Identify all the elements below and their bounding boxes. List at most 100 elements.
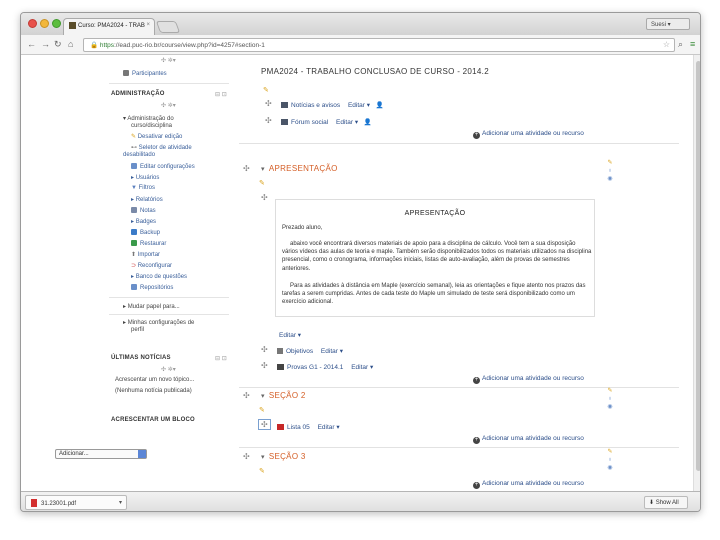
edit-menu-provas[interactable]: Editar ▾ [351,364,373,371]
edit-section-icon[interactable]: ✎ [605,159,615,167]
pencil-icon[interactable]: ✎ [263,86,269,94]
sidebar-item-question-bank[interactable]: ▸ Banco de questões [131,273,187,280]
visibility-eye-icon[interactable]: ◉ [605,403,615,411]
highlight-bulb-icon[interactable]: ♁ [605,395,615,403]
download-item[interactable]: 31.23001.pdf ▾ [25,495,127,510]
edit-menu-news[interactable]: Editar ▾ [348,102,370,109]
section-controls: ✎ ♁ ◉ [605,387,615,411]
profile-button[interactable]: Suesi ▾ [646,18,690,30]
sidebar-item-backup[interactable]: Backup [131,229,160,236]
new-tab-button[interactable] [155,21,181,33]
sidebar-item-switch-role[interactable]: ▸ Mudar papel para... [123,303,180,310]
add-block-select[interactable]: Adicionar... [55,449,147,459]
pdf-file-icon [31,499,37,507]
reload-icon[interactable]: ↻ [54,39,62,50]
sidebar-item-participants[interactable]: Participantes [123,70,167,77]
sidebar-item-badges[interactable]: ▸ Badges [131,218,156,225]
move-section-icon[interactable]: ✣ [243,391,250,400]
visibility-eye-icon[interactable]: ◉ [605,464,615,472]
bookmark-star-icon[interactable]: ☆ [663,40,670,49]
sidebar-item-filters[interactable]: ▼ Filtros [131,185,155,191]
back-arrow-icon[interactable]: ← [27,39,36,49]
add-activity-link-0[interactable]: + Adicionar uma atividade ou recurso [473,130,584,139]
chevron-down-icon[interactable]: ▾ [119,499,122,506]
browser-tab[interactable]: Curso: PMA2024 - TRAB × [63,18,155,35]
edit-label: Editar [351,364,369,371]
person-icon[interactable]: 👤 [364,119,372,126]
sidebar-item-my-profile[interactable]: ▸ Minhas configurações de [123,319,194,326]
sidebar-item-repositories[interactable]: Repositórios [131,284,173,291]
tab-close-icon[interactable]: × [146,22,150,28]
move-icon[interactable]: ✣ [261,345,268,354]
highlight-bulb-icon[interactable]: ♁ [605,456,615,464]
sidebar-item-edit-settings[interactable]: Editar configurações [131,163,195,170]
sidebar-item-reports[interactable]: ▸ Relatórios [131,196,163,203]
move-section-icon[interactable]: ✣ [243,164,250,173]
block-move-icon[interactable]: ✣ ✲▾ [161,366,176,373]
minimize-window-button[interactable] [40,19,49,28]
sidebar-item-course-admin[interactable]: ▾ Administração do [123,115,174,122]
home-icon[interactable]: ⌂ [68,39,73,49]
zoom-window-button[interactable] [52,19,61,28]
sidebar-item-import[interactable]: ⬆ Importar [131,251,160,258]
import-icon: ⬆ [131,252,137,258]
sidebar-item-users[interactable]: ▸ Usuários [131,174,159,181]
section-title-apresentacao[interactable]: ▾ APRESENTAÇÃO [261,164,338,173]
visibility-eye-icon[interactable]: ◉ [605,175,615,183]
address-bar[interactable]: 🔒 https://ead.puc-rio.br/course/view.php… [83,38,675,52]
move-icon[interactable]: ✣ [258,419,271,430]
section-title-secao-3[interactable]: ▾ SEÇÃO 3 [261,452,306,461]
highlight-bulb-icon[interactable]: ♁ [605,167,615,175]
block-move-icon[interactable]: ✣ ✲▾ [161,57,176,64]
edit-section-icon[interactable]: ✎ [605,387,615,395]
section-title-secao-2[interactable]: ▾ SEÇÃO 2 [261,391,306,400]
move-icon[interactable]: ✣ [261,361,268,370]
activity-provas[interactable]: Provas G1 - 2014.1 Editar ▾ [277,363,373,371]
scrollbar-thumb[interactable] [696,61,700,471]
add-news-topic-link[interactable]: Acrescentar um novo tópico... [115,377,194,383]
show-all-downloads-button[interactable]: ⬇ Show All [644,496,688,509]
activity-social-forum[interactable]: Fórum social Editar ▾ 👤 [281,118,372,126]
activity-news-forum[interactable]: Notícias e avisos Editar ▾ 👤 [281,101,384,109]
edit-menu-lista[interactable]: Editar ▾ [318,424,340,431]
activity-lista-05[interactable]: Lista 05 Editar ▾ [277,423,340,431]
move-icon[interactable]: ✣ [265,116,272,125]
menu-icon[interactable]: ≡ [690,39,695,49]
sidebar-item-activity-chooser[interactable]: ⊷ Seletor de atividade [131,144,192,151]
toggle-icon: ⊷ [131,145,137,151]
move-icon[interactable]: ✣ [265,99,272,108]
filter-icon: ▼ [131,185,137,191]
edit-menu-label[interactable]: Editar ▾ [279,331,301,339]
sidebar-item-reconfigure[interactable]: ⊃ Reconfigurar [131,262,172,269]
forward-arrow-icon[interactable]: → [41,39,50,49]
block-move-icon[interactable]: ✣ ✲▾ [161,102,176,109]
pencil-icon[interactable]: ✎ [259,467,265,475]
pencil-icon[interactable]: ✎ [259,179,265,187]
filters-label: Filtros [138,185,155,191]
pencil-icon[interactable]: ✎ [259,406,265,414]
move-icon[interactable]: ✣ [261,193,268,202]
page-scrollbar[interactable] [693,55,700,491]
plus-icon: + [473,377,480,384]
person-icon[interactable]: 👤 [376,102,384,109]
edit-menu-objetivos[interactable]: Editar ▾ [321,348,343,355]
add-activity-link-3[interactable]: + Adicionar uma atividade ou recurso [473,480,584,489]
label-paragraph-2: Para as atividades à distância em Maple … [282,283,586,306]
no-news-text: (Nenhuma notícia publicada) [115,388,192,394]
close-window-button[interactable] [28,19,37,28]
activity-objetivos[interactable]: Objetivos Editar ▾ [277,347,343,355]
sidebar-item-grades[interactable]: Notas [131,207,156,214]
dock-block-icon[interactable]: ⊟ ⊡ [215,91,227,98]
move-section-icon[interactable]: ✣ [243,452,250,461]
edit-section-icon[interactable]: ✎ [605,448,615,456]
social-forum-link: Fórum social [291,119,329,126]
dock-block-icon[interactable]: ⊟ ⊡ [215,355,227,362]
add-activity-link-1[interactable]: + Adicionar uma atividade ou recurso [473,375,584,384]
edit-menu-social[interactable]: Editar ▾ [336,119,358,126]
sidebar-item-deactivate-edit[interactable]: ✎ Desativar edição [131,133,182,140]
sidebar-item-restore[interactable]: Restaurar [131,240,166,247]
add-activity-label: Adicionar uma atividade ou recurso [482,375,584,382]
divider [109,83,229,84]
search-icon[interactable]: ⌕ [678,39,683,50]
add-activity-link-2[interactable]: + Adicionar uma atividade ou recurso [473,435,584,444]
